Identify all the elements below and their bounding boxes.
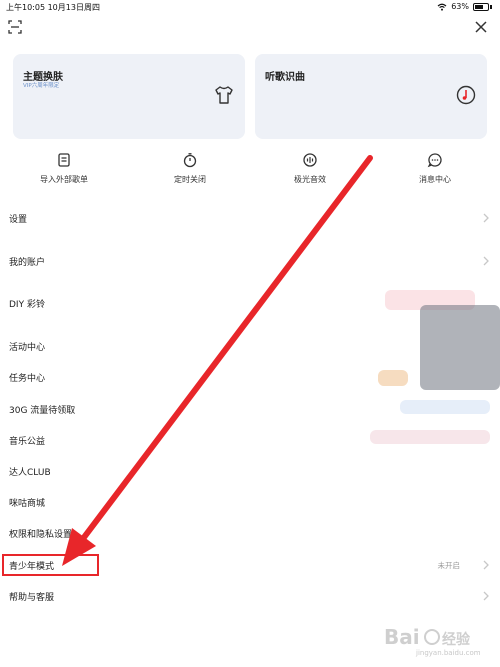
menu-item-migu-mall[interactable]: 咪咕商城 <box>0 492 500 512</box>
theme-skin-card[interactable]: 主题换肤 VIP六周年限定 <box>13 54 245 139</box>
chevron-right-icon <box>483 213 489 223</box>
menu-label: 活动中心 <box>9 343 46 353</box>
menu-item-expert-club[interactable]: 达人CLUB <box>0 461 500 481</box>
menu-label: 设置 <box>9 215 28 225</box>
menu-label: 达人CLUB <box>9 468 51 478</box>
menu-label: 咪咕商城 <box>9 499 46 509</box>
menu-label: 任务中心 <box>9 374 46 384</box>
chevron-right-icon <box>483 560 489 570</box>
quick-message-center[interactable]: 消息中心 <box>390 152 480 185</box>
status-bar: 上午10:05 10月13日周四 63% <box>0 0 500 14</box>
theme-skin-subtitle: VIP六周年限定 <box>23 83 60 89</box>
wifi-icon <box>437 3 447 11</box>
svg-text:经验: 经验 <box>442 631 471 648</box>
menu-item-my-account[interactable]: 我的账户 <box>0 251 500 271</box>
scan-icon[interactable] <box>8 20 22 34</box>
music-recognition-icon <box>456 85 476 105</box>
menu-label: 帮助与客服 <box>9 593 55 603</box>
close-icon[interactable] <box>474 20 488 34</box>
menu-item-settings[interactable]: 设置 <box>0 208 500 228</box>
quick-message-center-label: 消息中心 <box>419 175 451 184</box>
sound-effect-icon <box>303 153 317 167</box>
quick-import-playlist-label: 导入外部歌单 <box>40 175 88 184</box>
quick-sound-effect[interactable]: 极光音效 <box>265 152 355 185</box>
menu-item-diy-ringtone[interactable]: DIY 彩铃 <box>0 293 500 313</box>
menu-item-task-center[interactable]: 任务中心 <box>0 367 500 387</box>
message-icon <box>427 153 442 168</box>
timer-icon <box>183 153 197 168</box>
teen-mode-highlight-box <box>2 554 99 576</box>
song-recognition-title: 听歌识曲 <box>265 72 305 83</box>
battery-icon <box>473 2 489 11</box>
menu-label: DIY 彩铃 <box>9 300 45 310</box>
quick-sound-effect-label: 极光音效 <box>294 175 326 184</box>
import-playlist-icon <box>58 153 70 167</box>
tshirt-icon <box>215 86 233 104</box>
menu-item-data-reward[interactable]: 30G 流量待领取 <box>0 399 500 419</box>
battery-percent: 63% <box>451 2 469 11</box>
svg-text:Bai: Bai <box>384 625 420 649</box>
quick-import-playlist[interactable]: 导入外部歌单 <box>19 152 109 185</box>
chevron-right-icon <box>483 256 489 266</box>
menu-label: 我的账户 <box>9 258 46 268</box>
menu-label: 30G 流量待领取 <box>9 406 76 416</box>
status-right: 63% <box>437 2 492 11</box>
teen-mode-status: 未开启 <box>437 561 461 570</box>
menu-label: 权限和隐私设置 <box>9 530 73 540</box>
quick-timer[interactable]: 定时关闭 <box>145 152 235 185</box>
quick-timer-label: 定时关闭 <box>174 175 206 184</box>
status-time-date: 上午10:05 10月13日周四 <box>6 3 100 12</box>
menu-item-music-charity[interactable]: 音乐公益 <box>0 430 500 450</box>
menu-item-help-service[interactable]: 帮助与客服 <box>0 586 500 606</box>
battery-tip <box>490 4 492 9</box>
chevron-right-icon <box>483 591 489 601</box>
menu-item-activity-center[interactable]: 活动中心 <box>0 336 500 356</box>
watermark-url: jingyan.baidu.com <box>416 649 481 657</box>
menu-label: 音乐公益 <box>9 437 46 447</box>
song-recognition-card[interactable]: 听歌识曲 <box>255 54 487 139</box>
menu-item-privacy-settings[interactable]: 权限和隐私设置 <box>0 523 500 543</box>
